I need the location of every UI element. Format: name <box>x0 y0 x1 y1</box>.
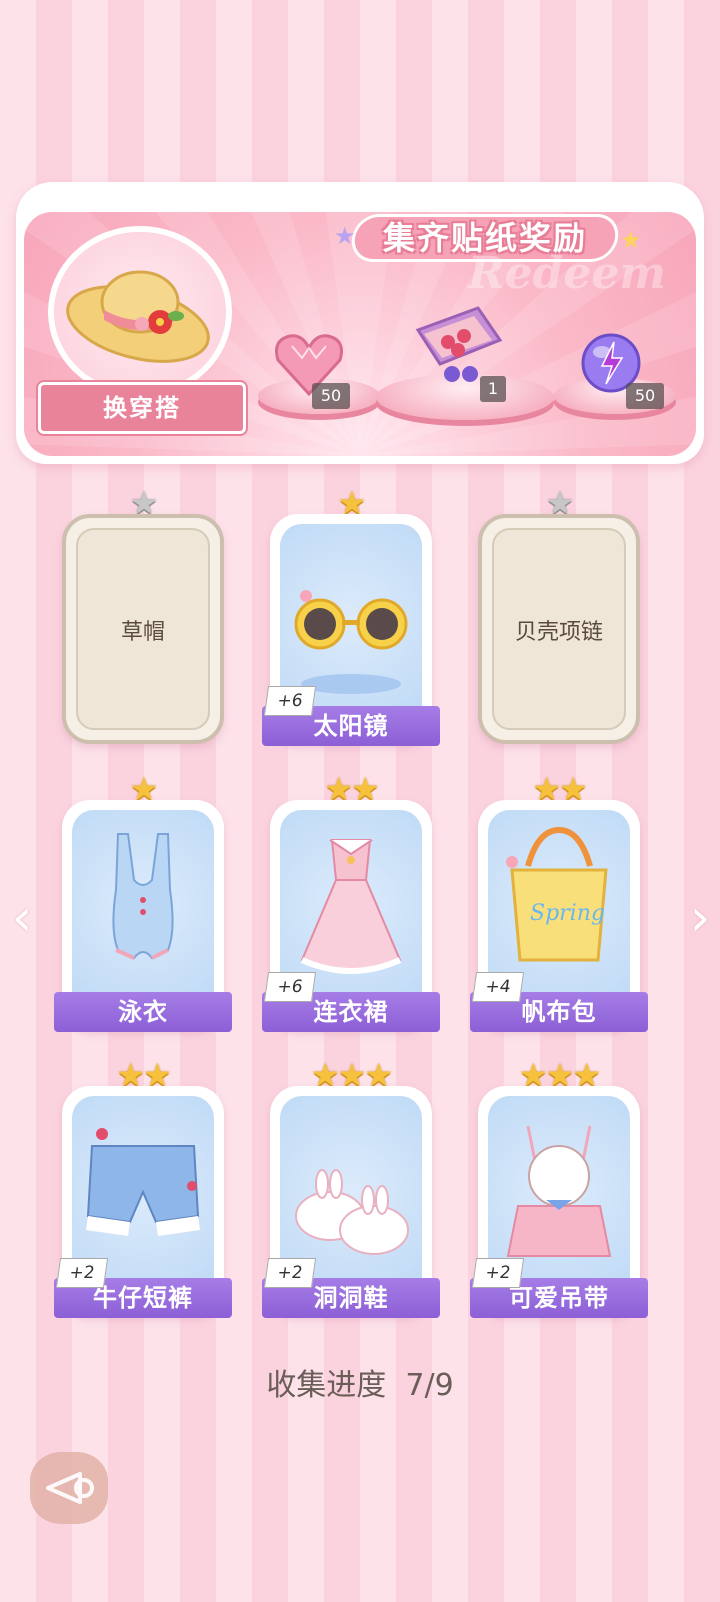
sticker-card[interactable]: 草帽 <box>62 514 224 744</box>
swap-outfit-button[interactable]: 换穿搭 <box>38 382 246 434</box>
prev-page-arrow[interactable]: ‹ <box>2 888 42 948</box>
reward-count-badge: 50 <box>312 383 350 409</box>
item-name-label: 草帽 <box>120 620 165 645</box>
back-button[interactable] <box>30 1452 108 1524</box>
bonus-badge: +6 <box>263 972 317 1002</box>
sticker-card[interactable]: 牛仔短裤 +2 <box>54 1086 232 1318</box>
reward-count-badge: 1 <box>480 376 506 402</box>
bonus-badge: +2 <box>263 1258 317 1288</box>
svg-text:Spring: Spring <box>530 901 605 926</box>
star-sparkle-icon: ★ <box>620 226 642 254</box>
sticker-card[interactable]: 可爱吊带 +2 <box>470 1086 648 1318</box>
bonus-badge: +2 <box>55 1258 109 1288</box>
item-illustration <box>72 810 214 1020</box>
bonus-badge: +4 <box>471 972 525 1002</box>
star-sparkle-icon: ★ <box>334 222 356 250</box>
item-name-label: 贝壳项链 <box>514 620 603 645</box>
reward-count-badge: 50 <box>626 383 664 409</box>
progress-value: 7/9 <box>405 1368 454 1403</box>
sticker-card[interactable]: 贝壳项链 <box>478 514 640 744</box>
swap-outfit-label: 换穿搭 <box>103 394 181 422</box>
progress-label: 收集进度 <box>266 1368 387 1403</box>
next-page-arrow[interactable]: › <box>680 888 720 948</box>
back-arrow-icon <box>46 1472 94 1504</box>
sticker-card[interactable]: 太阳镜 +6 <box>262 514 440 746</box>
item-name-label: 泳衣 <box>54 992 232 1032</box>
straw-hat-icon <box>66 270 210 363</box>
sticker-card[interactable]: 连衣裙 +6 <box>262 800 440 1032</box>
hat-showcase <box>54 232 226 392</box>
sticker-card[interactable]: 泳衣 <box>54 800 232 1032</box>
sticker-card[interactable]: Spring 帆布包 +4 <box>470 800 648 1032</box>
collection-progress: 收集进度 7/9 <box>0 1360 720 1404</box>
bonus-badge: +6 <box>263 686 317 716</box>
sticker-card[interactable]: 洞洞鞋 +2 <box>262 1086 440 1318</box>
bonus-badge: +2 <box>471 1258 525 1288</box>
banner-watermark: Redeem <box>468 248 666 299</box>
